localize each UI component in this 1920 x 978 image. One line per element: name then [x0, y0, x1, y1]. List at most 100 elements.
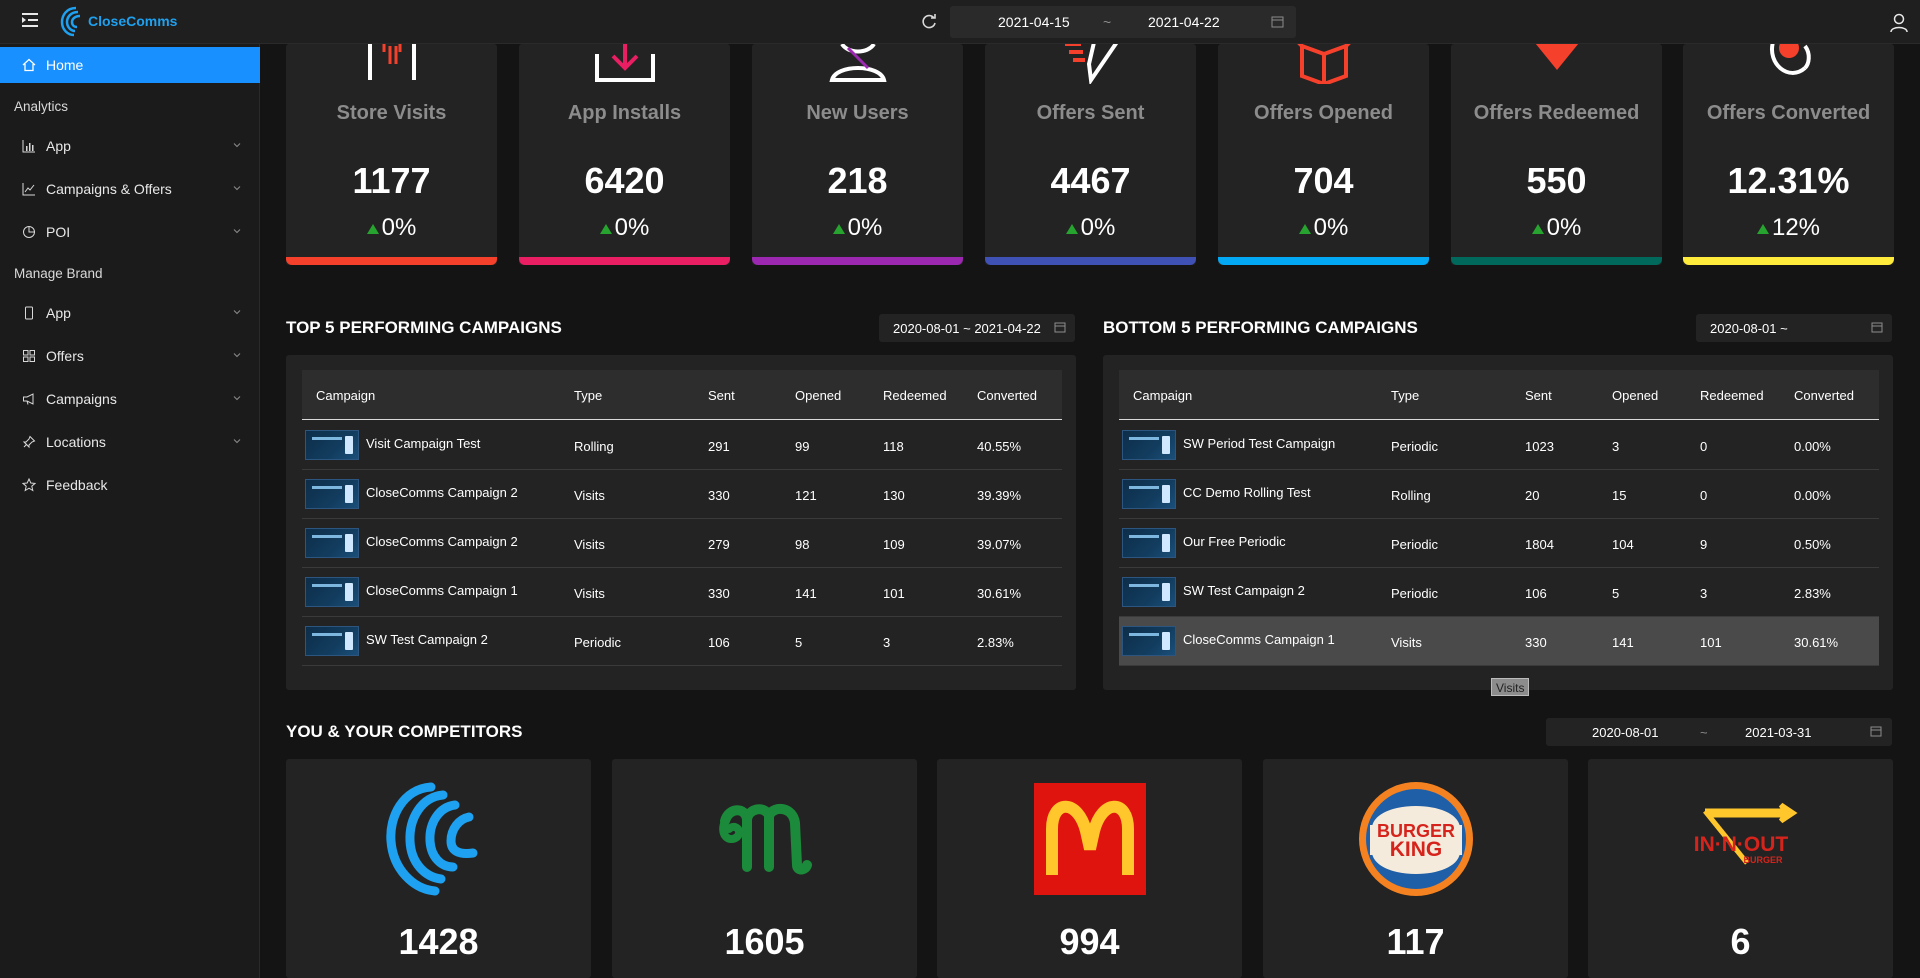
stat-change: 0%: [985, 214, 1196, 242]
cell-campaign: SW Test Campaign 2: [1183, 583, 1305, 598]
top-bar: CloseComms 2021-04-15 ~ 2021-04-22: [0, 0, 1920, 44]
cell-campaign: CloseComms Campaign 1: [366, 583, 518, 598]
picker-range: 2020-08-01 ~ 2021-04-22: [893, 321, 1041, 336]
competitor-value: 1605: [724, 921, 805, 962]
cell-redeemed: 3: [1700, 586, 1708, 601]
competitor-card-nandos[interactable]: 1605: [612, 759, 917, 978]
stat-color-bar: [1683, 257, 1894, 265]
date-separator: ~: [1700, 725, 1708, 740]
ino-logo-text-1: IN·N·OUT: [1693, 833, 1788, 856]
cell-converted: 30.61%: [1794, 635, 1839, 650]
cell-redeemed: 0: [1700, 439, 1708, 454]
stat-change: 0%: [1451, 214, 1662, 242]
sidebar-item-campaigns[interactable]: Campaigns: [0, 381, 260, 417]
user-icon[interactable]: [1888, 12, 1910, 34]
trend-up-icon: [832, 224, 845, 234]
sidebar-item-analytics-app[interactable]: App: [0, 128, 260, 164]
cell-redeemed: 3: [883, 635, 891, 650]
top5-title: TOP 5 PERFORMING CAMPAIGNS: [286, 318, 562, 337]
convert-icon: [1769, 44, 1811, 75]
stat-title: Offers Opened: [1254, 102, 1393, 124]
menu-fold-icon[interactable]: [20, 10, 40, 30]
stat-card-app-installs: App Installs 6420 0%: [519, 44, 730, 265]
chevron-down-icon: [233, 186, 241, 191]
cell-campaign: Visit Campaign Test: [366, 436, 481, 451]
stat-title: Offers Redeemed: [1473, 102, 1640, 124]
cell-sent: 106: [708, 635, 730, 650]
sidebar-item-poi[interactable]: POI: [0, 214, 260, 250]
campaign-thumbnail: [1122, 430, 1176, 460]
stat-title: Offers Converted: [1706, 102, 1871, 124]
competitor-card-closecomms[interactable]: 1428: [286, 759, 591, 978]
col-converted: Converted: [977, 388, 1037, 403]
cell-type: Periodic: [1391, 537, 1438, 552]
competitor-card-burger-king[interactable]: BURGER KING 117: [1263, 759, 1568, 978]
top5-date-picker[interactable]: 2020-08-01 ~ 2021-04-22: [879, 314, 1075, 342]
sidebar-item-locations[interactable]: Locations: [0, 424, 260, 460]
sidebar-item-offers[interactable]: Offers: [0, 338, 260, 374]
cell-sent: 20: [1525, 488, 1540, 503]
top5-table: Campaign Type Sent Opened Redeemed Conve…: [286, 355, 1076, 690]
stat-title: Offers Sent: [1036, 102, 1145, 124]
cell-opened: 104: [1612, 537, 1634, 552]
cell-converted: 39.39%: [977, 488, 1022, 503]
competitor-card-mcdonalds[interactable]: 994: [937, 759, 1242, 978]
calendar-icon: [1870, 726, 1882, 737]
col-type: Type: [1391, 388, 1420, 403]
cell-opened: 15: [1612, 488, 1627, 503]
stat-color-bar: [519, 257, 730, 265]
cell-redeemed: 101: [883, 586, 905, 601]
table-row[interactable]: Visit Campaign Test Rolling 291 99 118 4…: [302, 421, 1062, 470]
cell-converted: 0.00%: [1794, 439, 1831, 454]
bottom5-title: BOTTOM 5 PERFORMING CAMPAIGNS: [1103, 318, 1418, 337]
table-row[interactable]: CloseComms Campaign 2 Visits 279 98 109 …: [302, 519, 1062, 568]
in-n-out-logo-icon: IN·N·OUT BURGER: [1693, 802, 1798, 865]
open-box-icon: [1296, 44, 1351, 84]
stat-color-bar: [985, 257, 1196, 265]
table-row-hovered[interactable]: CloseComms Campaign 1 Visits 330 141 101…: [1119, 617, 1879, 666]
header-date-range-picker[interactable]: 2021-04-15 ~ 2021-04-22: [950, 6, 1296, 38]
trend-up-icon: [1065, 224, 1078, 234]
calendar-icon: [1871, 322, 1883, 333]
sidebar-item-manage-app[interactable]: App: [0, 295, 260, 331]
sidebar-item-campaigns-offers[interactable]: Campaigns & Offers: [0, 171, 260, 207]
cell-campaign: CloseComms Campaign 2: [366, 485, 518, 500]
stat-change: 0%: [519, 214, 730, 242]
sidebar-item-label: App: [46, 138, 71, 154]
sidebar-item-label: Campaigns: [46, 391, 117, 407]
closecomms-logo-icon: [60, 6, 81, 37]
cell-campaign: CloseComms Campaign 1: [1183, 632, 1335, 647]
brand-logo[interactable]: CloseComms: [58, 2, 177, 40]
stat-color-bar: [1218, 257, 1429, 265]
competitor-value: 6: [1730, 921, 1751, 962]
table-row[interactable]: CloseComms Campaign 1 Visits 330 141 101…: [302, 568, 1062, 617]
stat-color-bar: [1451, 257, 1662, 265]
type-tooltip: Visits: [1491, 678, 1530, 696]
campaign-thumbnail: [305, 577, 359, 607]
competitor-card-in-n-out[interactable]: IN·N·OUT BURGER 6: [1588, 759, 1893, 978]
cell-redeemed: 9: [1700, 537, 1708, 552]
refresh-icon[interactable]: [919, 12, 939, 32]
table-row[interactable]: CC Demo Rolling Test Rolling 20 15 0 0.0…: [1119, 470, 1879, 519]
sidebar-item-label: App: [46, 305, 71, 321]
bottom5-date-picker[interactable]: 2020-08-01 ~: [1696, 314, 1892, 342]
chevron-down-icon: [233, 143, 241, 148]
sidebar-item-home[interactable]: Home: [0, 47, 260, 83]
table-row[interactable]: SW Test Campaign 2 Periodic 106 5 3 2.83…: [302, 617, 1062, 666]
closecomms-logo-icon: [385, 782, 477, 896]
table-row[interactable]: SW Test Campaign 2 Periodic 106 5 3 2.83…: [1119, 568, 1879, 617]
heart-icon: [1535, 44, 1578, 70]
cell-type: Visits: [574, 537, 605, 552]
competitors-date-picker[interactable]: 2020-08-01 ~ 2021-03-31: [1546, 718, 1892, 746]
table-row[interactable]: Our Free Periodic Periodic 1804 104 9 0.…: [1119, 519, 1879, 568]
cell-type: Visits: [574, 488, 605, 503]
cell-sent: 1804: [1525, 537, 1554, 552]
sidebar-item-feedback[interactable]: Feedback: [0, 467, 260, 503]
col-opened: Opened: [795, 388, 842, 403]
table-row[interactable]: CloseComms Campaign 2 Visits 330 121 130…: [302, 470, 1062, 519]
table-row[interactable]: SW Period Test Campaign Periodic 1023 3 …: [1119, 421, 1879, 470]
cell-redeemed: 0: [1700, 488, 1708, 503]
sidebar-item-label: POI: [46, 224, 71, 240]
stat-card-offers-opened: Offers Opened 704 0%: [1218, 44, 1429, 265]
col-type: Type: [574, 388, 603, 403]
